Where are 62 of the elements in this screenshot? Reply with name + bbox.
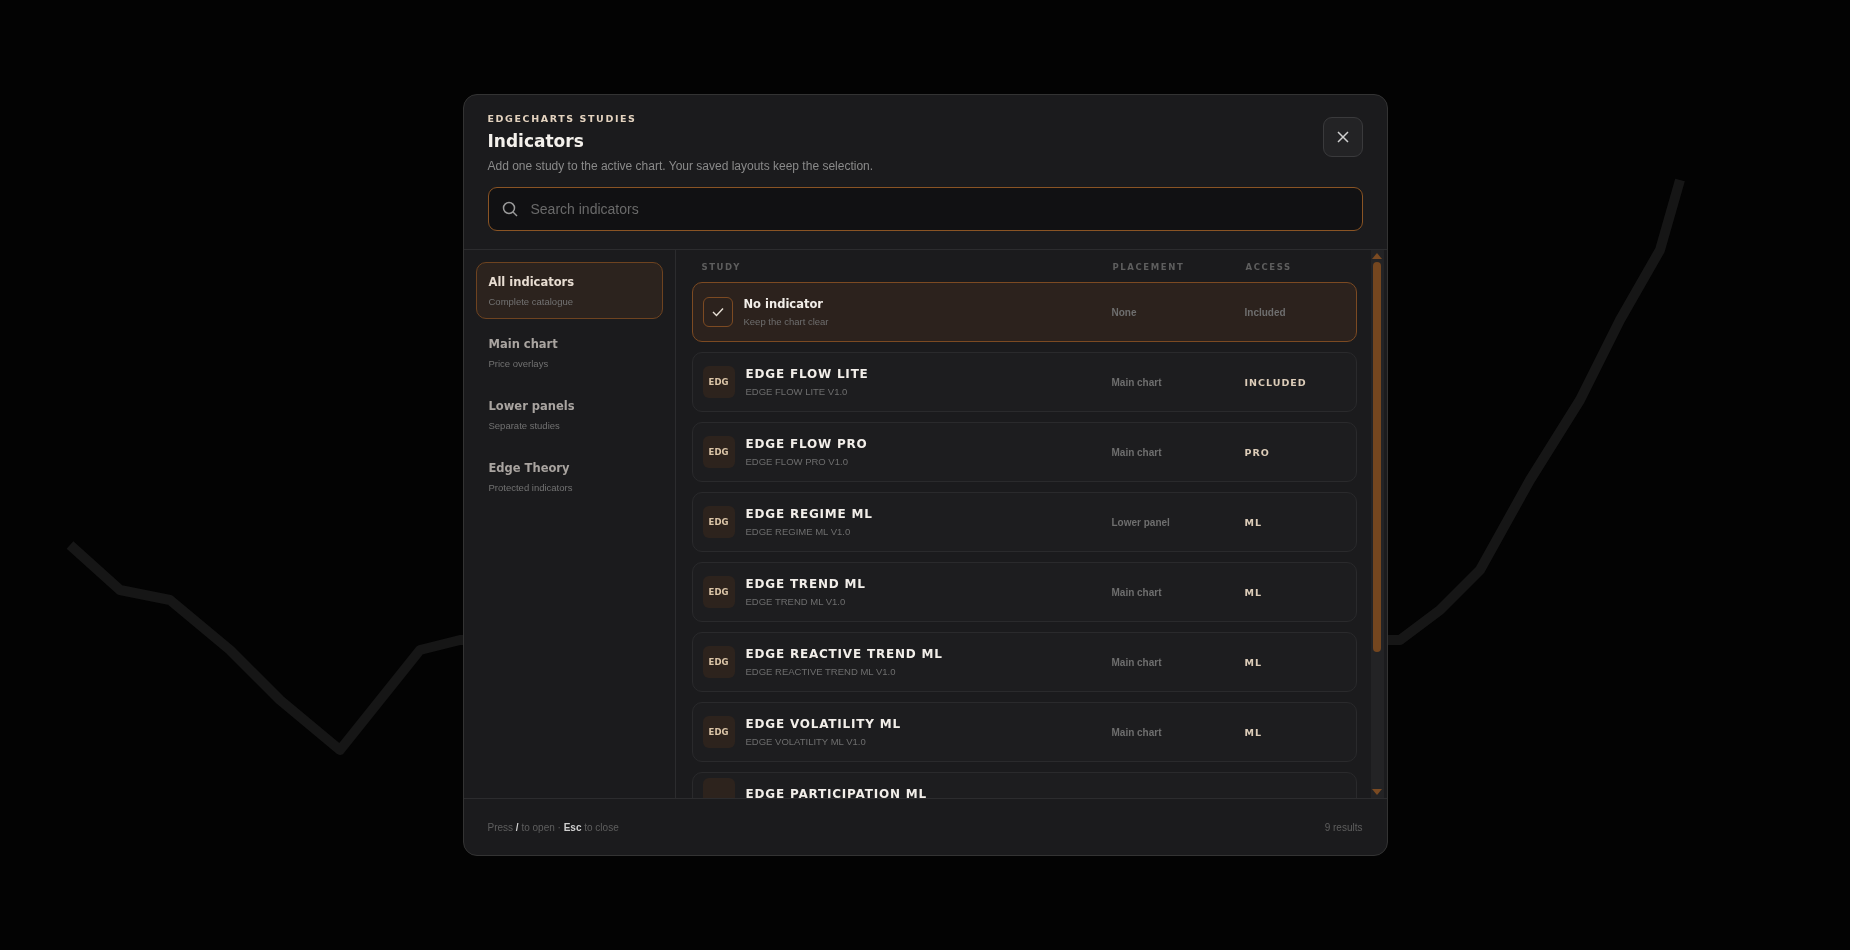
study-name: EDGE REACTIVE TREND ML — [745, 647, 943, 661]
dialog-kicker: EDGECHARTS STUDIES — [487, 113, 638, 124]
study-version: Keep the chart clear — [743, 316, 829, 327]
indicator-row[interactable]: EDG EDGE REACTIVE TREND ML EDGE REACTIVE TREND ML V1.0 Main chart ML — [691, 632, 1357, 692]
access-text: PRO — [1244, 446, 1271, 458]
study-version: EDGE FLOW PRO V1.0 — [745, 456, 849, 467]
placement-text: Lower panel — [1111, 516, 1171, 528]
category-item[interactable]: Edge Theory Protected indicators — [475, 448, 663, 505]
placement-text: Main chart — [1111, 586, 1163, 598]
indicator-row[interactable]: EDG EDGE TREND ML EDGE TREND ML V1.0 Main chart ML — [691, 562, 1357, 622]
keyboard-hint: Press / to open · Esc to close — [487, 821, 619, 833]
study-badge: EDG — [702, 436, 735, 468]
check-icon — [711, 307, 724, 317]
study-badge: EDG — [702, 646, 735, 678]
scroll-down-icon[interactable] — [1372, 788, 1382, 796]
study-version: EDGE REGIME ML V1.0 — [745, 526, 852, 537]
indicator-row[interactable]: EDG EDGE VOLATILITY ML EDGE VOLATILITY ML V1.0 Main chart ML — [691, 702, 1357, 762]
study-version: EDGE VOLATILITY ML V1.0 — [745, 736, 867, 747]
study-version: EDGE FLOW LITE V1.0 — [745, 386, 849, 397]
access-text: ML — [1244, 586, 1263, 598]
study-name: EDGE PARTICIPATION ML — [745, 787, 927, 798]
category-item[interactable]: Lower panels Separate studies — [475, 386, 663, 443]
placement-text: Main chart — [1111, 656, 1163, 668]
dialog-title: Indicators — [487, 131, 585, 151]
study-name: EDGE FLOW PRO — [745, 437, 868, 451]
access-text: ML — [1244, 516, 1263, 528]
access-text: ML — [1244, 656, 1263, 668]
search-field[interactable]: Search indicators — [487, 187, 1363, 231]
indicator-row[interactable]: No indicator Keep the chart clear None Included — [691, 282, 1357, 342]
category-item[interactable]: Main chart Price overlays — [475, 324, 663, 381]
placement-text: None — [1111, 306, 1138, 318]
study-name: EDGE VOLATILITY ML — [745, 717, 901, 731]
search-icon — [501, 201, 518, 217]
study-name: No indicator — [743, 297, 824, 311]
study-name: EDGE REGIME ML — [745, 507, 873, 521]
study-badge: EDG — [702, 506, 735, 538]
scrollbar[interactable] — [1370, 250, 1384, 798]
study-badge: EDG — [702, 716, 735, 748]
study-name: EDGE TREND ML — [745, 577, 866, 591]
indicator-row[interactable]: EDG EDGE FLOW PRO EDGE FLOW PRO V1.0 Main chart PRO — [691, 422, 1357, 482]
placement-text: Main chart — [1111, 376, 1163, 388]
study-name: EDGE FLOW LITE — [745, 367, 869, 381]
study-badge: EDG — [702, 576, 735, 608]
indicator-row[interactable]: EDG EDGE FLOW LITE EDGE FLOW LITE V1.0 Main chart INCLUDED — [691, 352, 1357, 412]
placement-text: Main chart — [1111, 446, 1163, 458]
placement-text: Main chart — [1111, 726, 1163, 738]
scroll-up-icon[interactable] — [1372, 252, 1382, 260]
column-header: STUDY — [701, 262, 742, 272]
column-header: PLACEMENT — [1112, 262, 1186, 272]
indicator-row[interactable]: EDG EDGE REGIME ML EDGE REGIME ML V1.0 Lower panel ML — [691, 492, 1357, 552]
study-badge: EDG — [702, 366, 735, 398]
dialog-subtitle: Add one study to the active chart. Your saved layouts keep the selection. — [487, 159, 874, 173]
study-version: EDGE REACTIVE TREND ML V1.0 — [745, 666, 897, 677]
access-text: ML — [1244, 726, 1263, 738]
study-version: EDGE TREND ML V1.0 — [745, 596, 847, 607]
column-header: ACCESS — [1245, 262, 1293, 272]
close-icon — [1336, 131, 1349, 143]
category-item[interactable]: All indicators Complete catalogue — [475, 262, 663, 319]
close-button[interactable] — [1322, 117, 1363, 157]
access-text: Included — [1244, 306, 1287, 318]
indicator-row[interactable]: EDGE PARTICIPATION ML — [691, 772, 1357, 798]
access-text: INCLUDED — [1244, 376, 1308, 388]
